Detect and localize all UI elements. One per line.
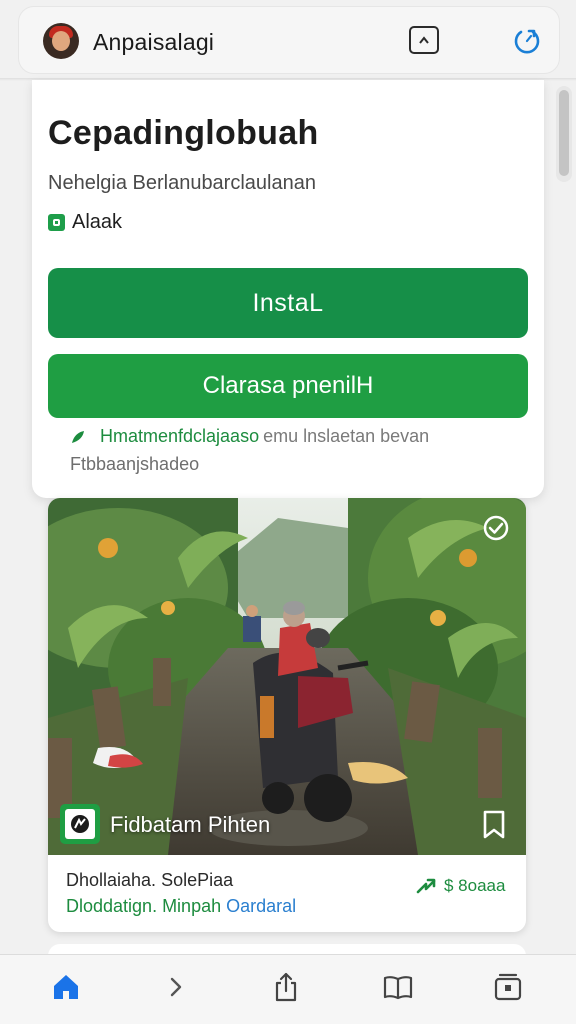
trend-arrow-icon (416, 878, 436, 894)
bookmark-icon[interactable] (482, 810, 506, 840)
install-note-green[interactable]: Hmatmenfdclajaaso (100, 426, 259, 447)
media-caption-subtitle: Dloddatign. Minpah Oardaral (66, 896, 296, 917)
refresh-icon[interactable] (511, 25, 543, 57)
rating-row: Alaak (48, 211, 122, 234)
home-icon[interactable] (50, 971, 82, 1003)
media-card[interactable]: Fidbatam Pihten Dhollaiaha. SolePiaa Dlo… (48, 498, 526, 932)
channel-logo-icon[interactable] (60, 804, 100, 844)
trend-label: $ 8oaaa (444, 876, 506, 895)
media-caption-green[interactable]: Dloddatign. Minpah (66, 896, 221, 916)
install-note: Hmatmenfdclajaaso emu lnslaetan bevan (70, 426, 429, 447)
address-bar[interactable]: Anpaisalagi (18, 6, 560, 74)
share-box-icon[interactable] (409, 26, 439, 54)
bookmarks-icon[interactable] (382, 971, 414, 1003)
video-title[interactable]: Fidbatam Pihten (110, 812, 270, 838)
scrollbar-thumb[interactable] (559, 90, 569, 176)
share-icon[interactable] (270, 971, 302, 1003)
bottom-toolbar (0, 954, 576, 1024)
leaf-icon (72, 430, 84, 443)
verified-check-icon (483, 515, 509, 541)
secondary-action-button[interactable]: Clarasa pnenilH (48, 354, 528, 418)
rating-label: Alaak (72, 211, 123, 233)
install-button[interactable]: InstaL (48, 268, 528, 338)
media-caption-link[interactable]: Oardaral (226, 896, 296, 916)
rating-badge-icon (48, 214, 65, 231)
app-name: Anpaisalagi (93, 29, 215, 55)
media-caption-title: Dhollaiaha. SolePiaa (66, 870, 234, 890)
app-avatar-icon[interactable] (43, 23, 79, 59)
app-developer: Nehelgia Berlanubarclaulanan (48, 172, 316, 194)
app-card: Cepadinglobuah Nehelgia Berlanubarclaula… (32, 80, 544, 498)
trend-stat: $ 8oaaa (416, 876, 505, 896)
app-title: Cepadinglobuah (48, 114, 319, 152)
scrollbar[interactable] (556, 86, 572, 182)
install-note-line2: Ftbbaanjshadeo (70, 454, 200, 474)
forward-chevron-icon[interactable] (160, 971, 192, 1003)
jungle-scene-image[interactable] (48, 498, 526, 855)
install-note-text: emu lnslaetan bevan (263, 426, 430, 446)
tabs-icon[interactable] (492, 971, 524, 1003)
